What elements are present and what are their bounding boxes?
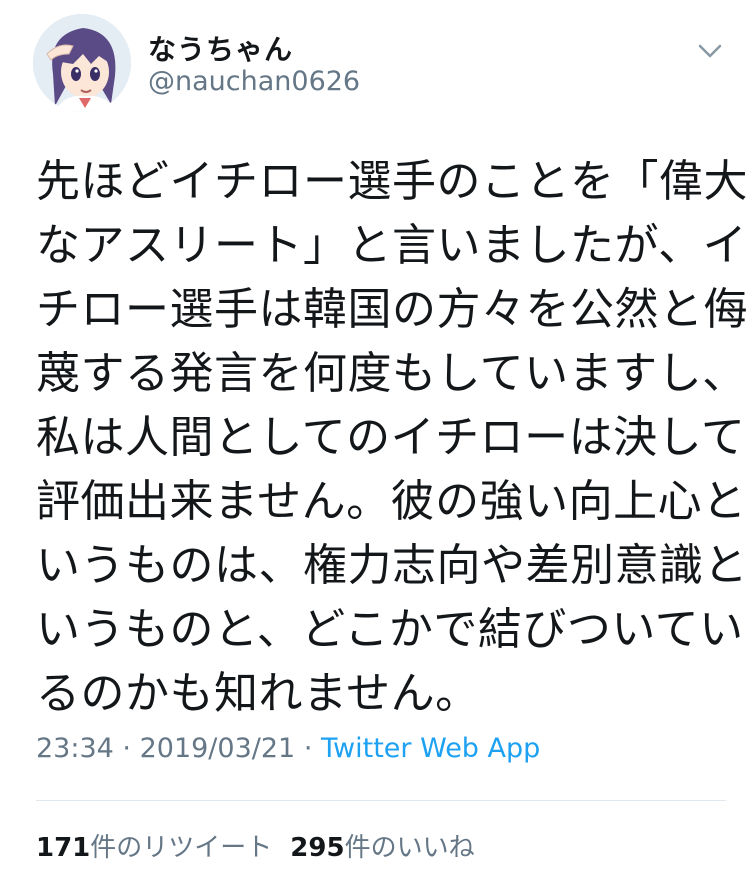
tweet-text-line: 評価出来ません。彼の強い向上心と [36,476,747,527]
meta-separator: · [122,733,131,764]
tweet-text-line: チロー選手は韓国の方々を公然と侮 [36,284,748,335]
tweet-source-link[interactable]: Twitter Web App [321,733,540,764]
tweet-text-line: なアスリート」と言いましたが、イ [36,220,748,271]
tweet-text-line: 先ほどイチロー選手のことを「偉大 [36,156,748,207]
tweet-date[interactable]: 2019/03/21 [140,733,296,764]
retweets-label: 件のリツイート [90,833,273,863]
tweet-text-line: いうものは、権力志向や差別意識と [36,540,748,591]
likes-count: 295 [290,833,345,863]
meta-separator: · [303,733,313,764]
likes-stat[interactable]: 295件のいいね [290,833,474,863]
retweets-count: 171 [36,833,91,863]
likes-label: 件のいいね [344,833,475,863]
avatar[interactable] [33,14,131,112]
divider [36,800,726,801]
tweet-time[interactable]: 23:34 [36,733,114,764]
tweet-text-line: るのかも知れません。 [36,668,480,719]
tweet-text-line: 蔑する発言を何度もしていますし、 [36,348,747,399]
retweets-stat[interactable]: 171件のリツイート [36,833,272,863]
avatar-image [33,14,131,112]
tweet-meta: 23:34 · 2019/03/21 · Twitter Web App [36,733,540,764]
tweet-stats: 171件のリツイート 295件のいいね [36,827,475,864]
display-name[interactable]: なうちゃん [148,28,293,68]
tweet-detail: なうちゃん @nauchan0626 先ほどイチロー選手のことを「偉大 なアスリ… [0,0,750,875]
tweet-text: 先ほどイチロー選手のことを「偉大 なアスリート」と言いましたが、イ チロー選手は… [36,150,748,726]
user-handle[interactable]: @nauchan0626 [148,66,360,97]
tweet-text-line: 私は人間としてのイチローは決して [36,412,746,463]
tweet-text-line: いうものと、どこかで結びついてい [36,604,744,655]
chevron-down-icon[interactable] [690,36,730,66]
